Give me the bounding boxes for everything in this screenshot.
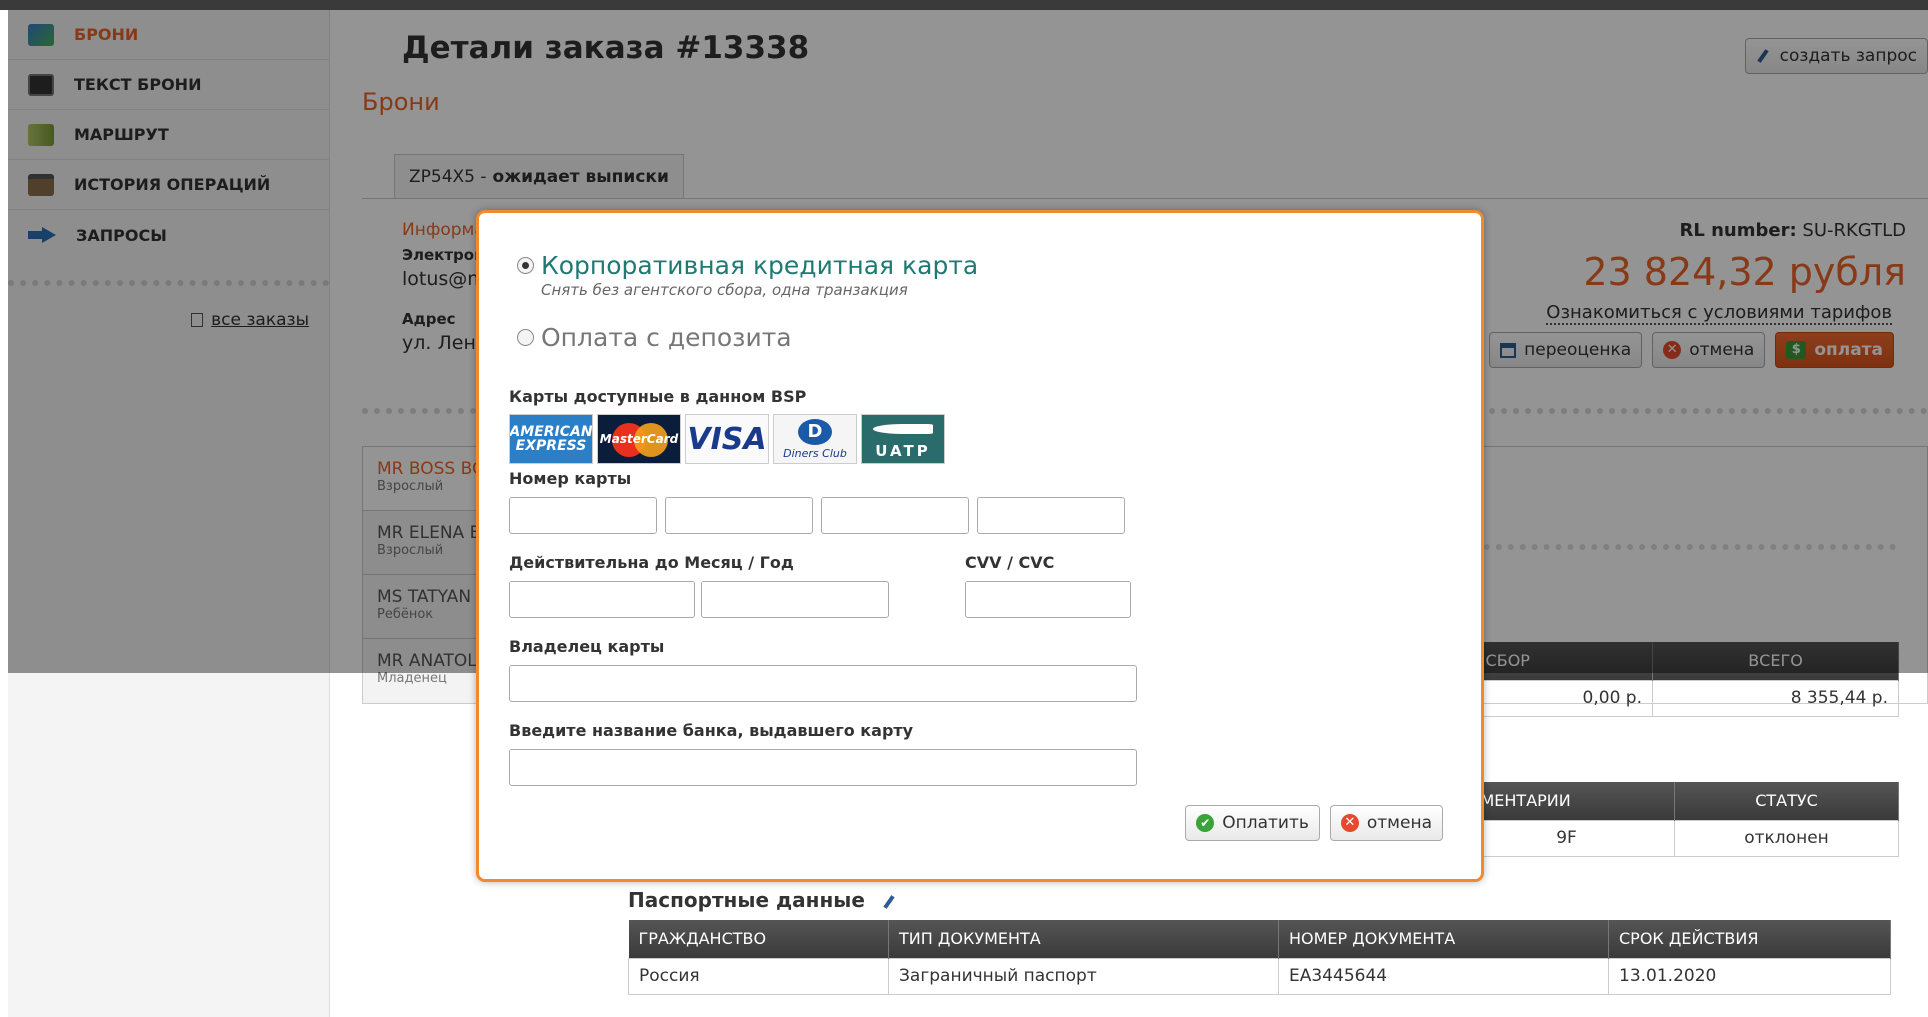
table-row: 9F отклонен [1458,819,1899,857]
column-header: ГРАЖДАНСТВО [628,920,889,958]
column-header: СРОК ДЕЙСТВИЯ [1608,920,1891,958]
top-bar [0,0,1928,10]
column-header: СТАТУС [1674,782,1899,820]
expiry-month-field[interactable] [509,581,695,618]
table-cell: EA3445644 [1278,957,1609,995]
table-cell: 8 355,44 р. [1652,679,1899,717]
mastercard-logo-icon: MasterCard [597,414,681,464]
card-holder-field[interactable] [509,665,1137,702]
card-logos: AMERICAN EXPRESS MasterCard VISA D Diner… [509,414,945,464]
table-cell: 13.01.2020 [1608,957,1891,995]
cards-label: Карты доступные в данном BSP [509,387,807,406]
table-cell: Заграничный паспорт [888,957,1279,995]
card-number-field-1[interactable] [509,497,657,534]
cvv-field[interactable] [965,581,1131,618]
modal-actions: ✔ Оплатить ✕ отмена [1185,805,1443,841]
amex-logo-icon: AMERICAN EXPRESS [509,414,593,464]
option-card-label: Корпоративная кредитная карта [541,251,979,280]
radio-button[interactable] [517,329,534,346]
bank-name-label: Введите название банка, выдавшего карту [509,721,914,740]
diners-logo-icon: D Diners Club [773,414,857,464]
seat-table: ИМЕНТАРИИ СТАТУС 9F отклонен [1458,782,1899,857]
expiry-year-field[interactable] [701,581,889,618]
confirm-pay-button[interactable]: ✔ Оплатить [1185,805,1320,841]
card-number-field-3[interactable] [821,497,969,534]
check-icon: ✔ [1196,814,1215,832]
confirm-pay-label: Оплатить [1222,813,1309,833]
table-cell: Россия [628,957,889,995]
mastercard-label: MasterCard [599,432,679,446]
close-icon: ✕ [1340,814,1359,832]
pencil-icon[interactable] [883,894,895,909]
modal-cancel-button[interactable]: ✕ отмена [1329,805,1443,841]
uatp-logo-icon: UATP [861,414,945,464]
table-row: 0,00 р. 8 355,44 р. [1458,679,1899,717]
column-header: ИМЕНТАРИИ [1458,782,1675,820]
passport-title: Паспортные данные [628,888,896,912]
passport-table: ГРАЖДАНСТВО ТИП ДОКУМЕНТА НОМЕР ДОКУМЕНТ… [628,920,1891,995]
radio-button-checked[interactable] [517,257,534,274]
option-deposit-label: Оплата с депозита [541,323,792,352]
option-deposit[interactable]: Оплата с депозита [517,323,792,352]
column-header: НОМЕР ДОКУМЕНТА [1278,920,1609,958]
visa-logo-icon: VISA [685,414,769,464]
cvv-label: CVV / CVC [965,553,1055,572]
expiry-label: Действительна до Месяц / Год [509,553,794,572]
passport-title-label: Паспортные данные [628,888,865,912]
card-holder-label: Владелец карты [509,637,665,656]
modal-cancel-label: отмена [1366,813,1432,833]
card-number-label: Номер карты [509,469,632,488]
card-number-field-4[interactable] [977,497,1125,534]
card-number-field-2[interactable] [665,497,813,534]
option-corporate-card[interactable]: Корпоративная кредитная карта [517,251,978,280]
table-cell: 0,00 р. [1458,679,1653,717]
table-cell: 9F [1458,819,1675,857]
payment-modal: Корпоративная кредитная карта Снять без … [476,210,1484,882]
diners-label: Diners Club [783,446,847,460]
table-cell: отклонен [1674,819,1899,857]
uatp-label: UATP [875,442,931,460]
bank-name-field[interactable] [509,749,1137,786]
table-row: Россия Заграничный паспорт EA3445644 13.… [628,957,1891,995]
column-header: ТИП ДОКУМЕНТА [888,920,1279,958]
option-card-hint: Снять без агентского сбора, одна транзак… [541,281,908,299]
